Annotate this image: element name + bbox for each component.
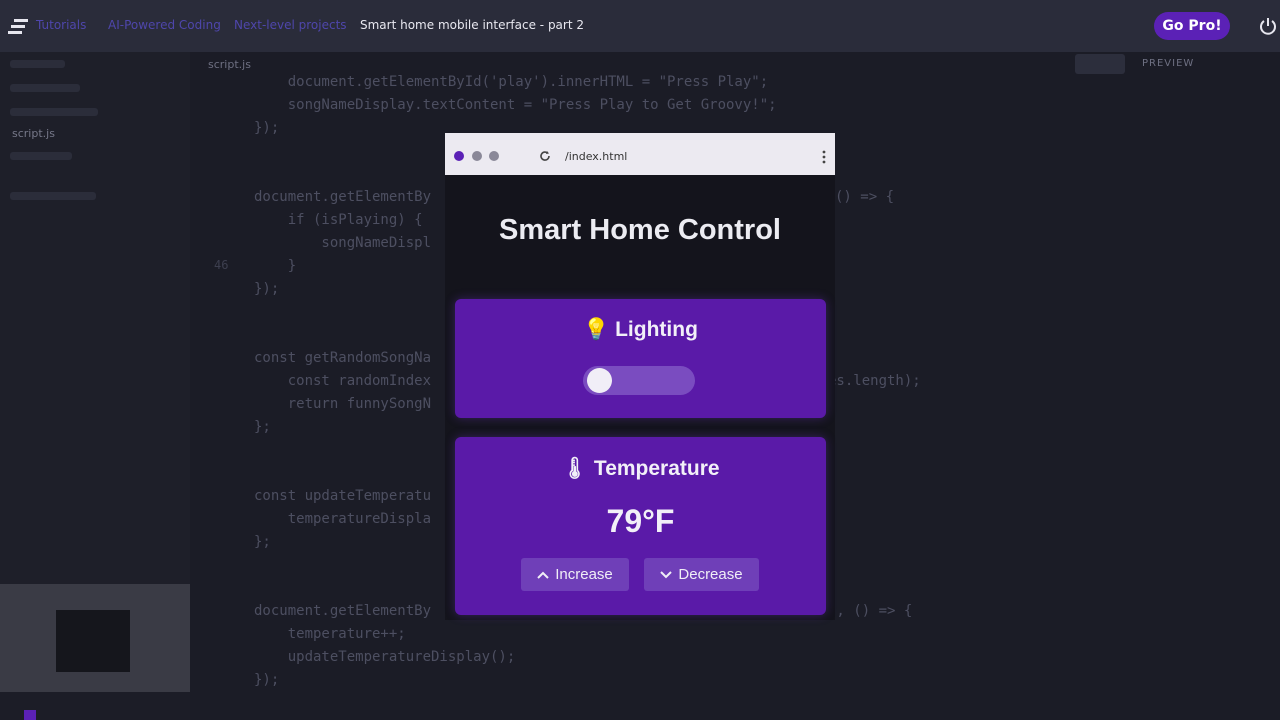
decrease-label: Decrease: [678, 566, 743, 583]
code-line: temperature++;: [254, 626, 406, 642]
code-line: }: [254, 258, 297, 274]
window-dot-icon: [489, 151, 499, 161]
temperature-title: Temperature: [593, 457, 720, 480]
code-line: temperatureDispla: [254, 511, 432, 527]
breadcrumb-tutorials[interactable]: Tutorials: [36, 18, 86, 32]
sidebar-file-scriptjs[interactable]: script.js: [12, 127, 55, 140]
editor-toolbar-button[interactable]: [1075, 54, 1125, 74]
breadcrumb-current: Smart home mobile interface - part 2: [360, 18, 584, 32]
lighting-card: 💡 Lighting: [455, 299, 826, 418]
code-line: document.getElementBy: [254, 189, 432, 205]
lightbulb-icon: 💡: [583, 318, 610, 341]
increase-button[interactable]: Increase: [521, 558, 629, 591]
menu-logo-icon[interactable]: [8, 16, 30, 36]
lighting-title-row: 💡 Lighting: [455, 318, 826, 342]
code-fragment: () => {: [835, 189, 895, 205]
breadcrumb-ai-powered-coding[interactable]: AI-Powered Coding: [108, 18, 221, 32]
chevron-up-icon: [537, 571, 549, 579]
code-line: document.getElementBy: [254, 603, 432, 619]
code-line: document.getElementById('play').innerHTM…: [254, 74, 769, 90]
kebab-menu-icon[interactable]: [822, 150, 826, 164]
code-line: };: [254, 534, 271, 550]
sidebar-placeholder: [10, 60, 65, 68]
line-number: 46: [214, 258, 229, 272]
code-line: const getRandomSongNa: [254, 350, 432, 366]
bottom-bar-icon[interactable]: [24, 710, 36, 720]
editor-tab-scriptjs[interactable]: script.js: [208, 58, 251, 71]
code-line: if (isPlaying) {: [254, 212, 423, 228]
code-line: songNameDispl: [254, 235, 432, 251]
webcam-video: [56, 610, 130, 672]
power-icon[interactable]: [1258, 16, 1278, 36]
code-line: updateTemperatureDisplay();: [254, 649, 516, 665]
sidebar-placeholder: [10, 108, 98, 116]
code-line: });: [254, 672, 280, 688]
browser-url-bar: [445, 133, 835, 175]
code-line: });: [254, 281, 280, 297]
sidebar-placeholder: [10, 84, 80, 92]
increase-label: Increase: [555, 566, 613, 583]
code-line: return funnySongN: [254, 396, 432, 412]
code-line: const randomIndex: [254, 373, 432, 389]
code-line: };: [254, 419, 271, 435]
decrease-button[interactable]: Decrease: [644, 558, 759, 591]
temperature-title-row: 🌡 Temperature: [455, 457, 826, 481]
window-dot-icon: [472, 151, 482, 161]
lighting-toggle-knob[interactable]: [587, 368, 612, 393]
window-dot-icon: [454, 151, 464, 161]
browser-url[interactable]: /index.html: [565, 150, 627, 163]
chevron-down-icon: [660, 570, 673, 578]
preview-tab[interactable]: PREVIEW: [1142, 58, 1194, 69]
breadcrumb-next-level-projects[interactable]: Next-level projects: [234, 18, 347, 32]
temperature-value: 79°F: [606, 503, 675, 539]
code-fragment: es.length);: [828, 373, 921, 389]
thermometer-icon: 🌡: [561, 457, 589, 480]
app-title: Smart Home Control: [499, 214, 781, 246]
code-line: songNameDisplay.textContent = "Press Pla…: [254, 97, 777, 113]
code-line: });: [254, 120, 280, 136]
sidebar-placeholder: [10, 192, 96, 200]
reload-icon[interactable]: [539, 150, 551, 162]
code-line: const updateTemperatu: [254, 488, 432, 504]
sidebar-placeholder: [10, 152, 72, 160]
top-bar: Tutorials AI-Powered Coding Next-level p…: [0, 0, 1280, 52]
go-pro-button[interactable]: Go Pro!: [1154, 12, 1230, 40]
code-fragment: ', () => {: [828, 603, 913, 619]
lighting-title: Lighting: [615, 318, 698, 341]
